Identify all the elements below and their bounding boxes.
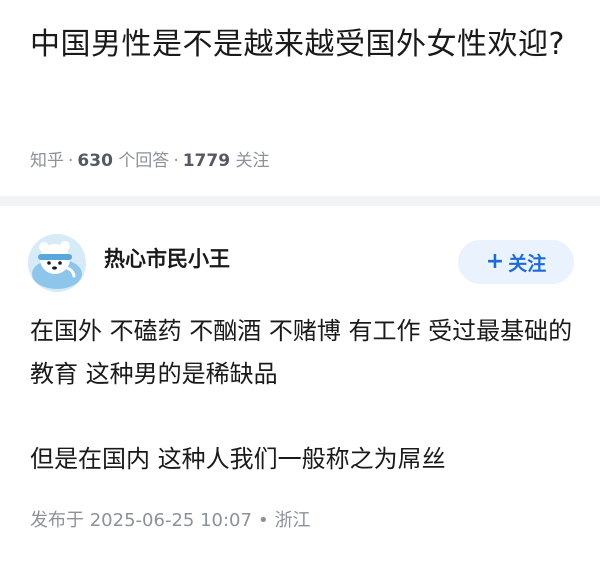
separator-dot: • xyxy=(257,510,269,531)
published-prefix: 发布于 xyxy=(30,510,84,531)
source-label: 知乎 xyxy=(30,151,64,171)
question-card: 中国男性是不是越来越受国外女性欢迎? 知乎 · 630 个回答 · 1779 关注 xyxy=(0,0,600,196)
answer-count-label: 个回答 xyxy=(118,151,170,171)
follower-count-label: 关注 xyxy=(235,151,270,171)
follow-button-label: 关注 xyxy=(508,252,547,275)
question-title[interactable]: 中国男性是不是越来越受国外女性欢迎? xyxy=(30,20,578,70)
answer-card: 热心市民小王 + 关注 在国外 不磕药 不酗酒 不赌博 有工作 受过最基础的教育… xyxy=(0,206,600,565)
follower-count: 1779 xyxy=(182,151,231,171)
answer-count: 630 xyxy=(77,151,113,171)
plus-icon: + xyxy=(485,249,505,274)
location-label: 浙江 xyxy=(274,510,311,531)
polar-bear-avatar-icon[interactable] xyxy=(28,234,86,292)
section-divider xyxy=(0,196,600,206)
follow-button[interactable]: + 关注 xyxy=(458,240,574,284)
separator-dot: · xyxy=(68,151,74,171)
avatar-illustration xyxy=(28,234,86,292)
answer-paragraph: 在国外 不磕药 不酗酒 不赌博 有工作 受过最基础的教育 这种男的是稀缺品 xyxy=(30,317,573,388)
question-meta: 知乎 · 630 个回答 · 1779 关注 xyxy=(30,146,269,171)
answer-meta: 发布于 2025-06-25 10:07 • 浙江 xyxy=(30,506,311,532)
answer-paragraph: 但是在国内 这种人我们一般称之为屌丝 xyxy=(30,445,446,473)
published-time: 2025-06-25 10:07 xyxy=(89,510,252,531)
author-name[interactable]: 热心市民小王 xyxy=(104,243,230,273)
separator-dot: · xyxy=(173,151,179,171)
